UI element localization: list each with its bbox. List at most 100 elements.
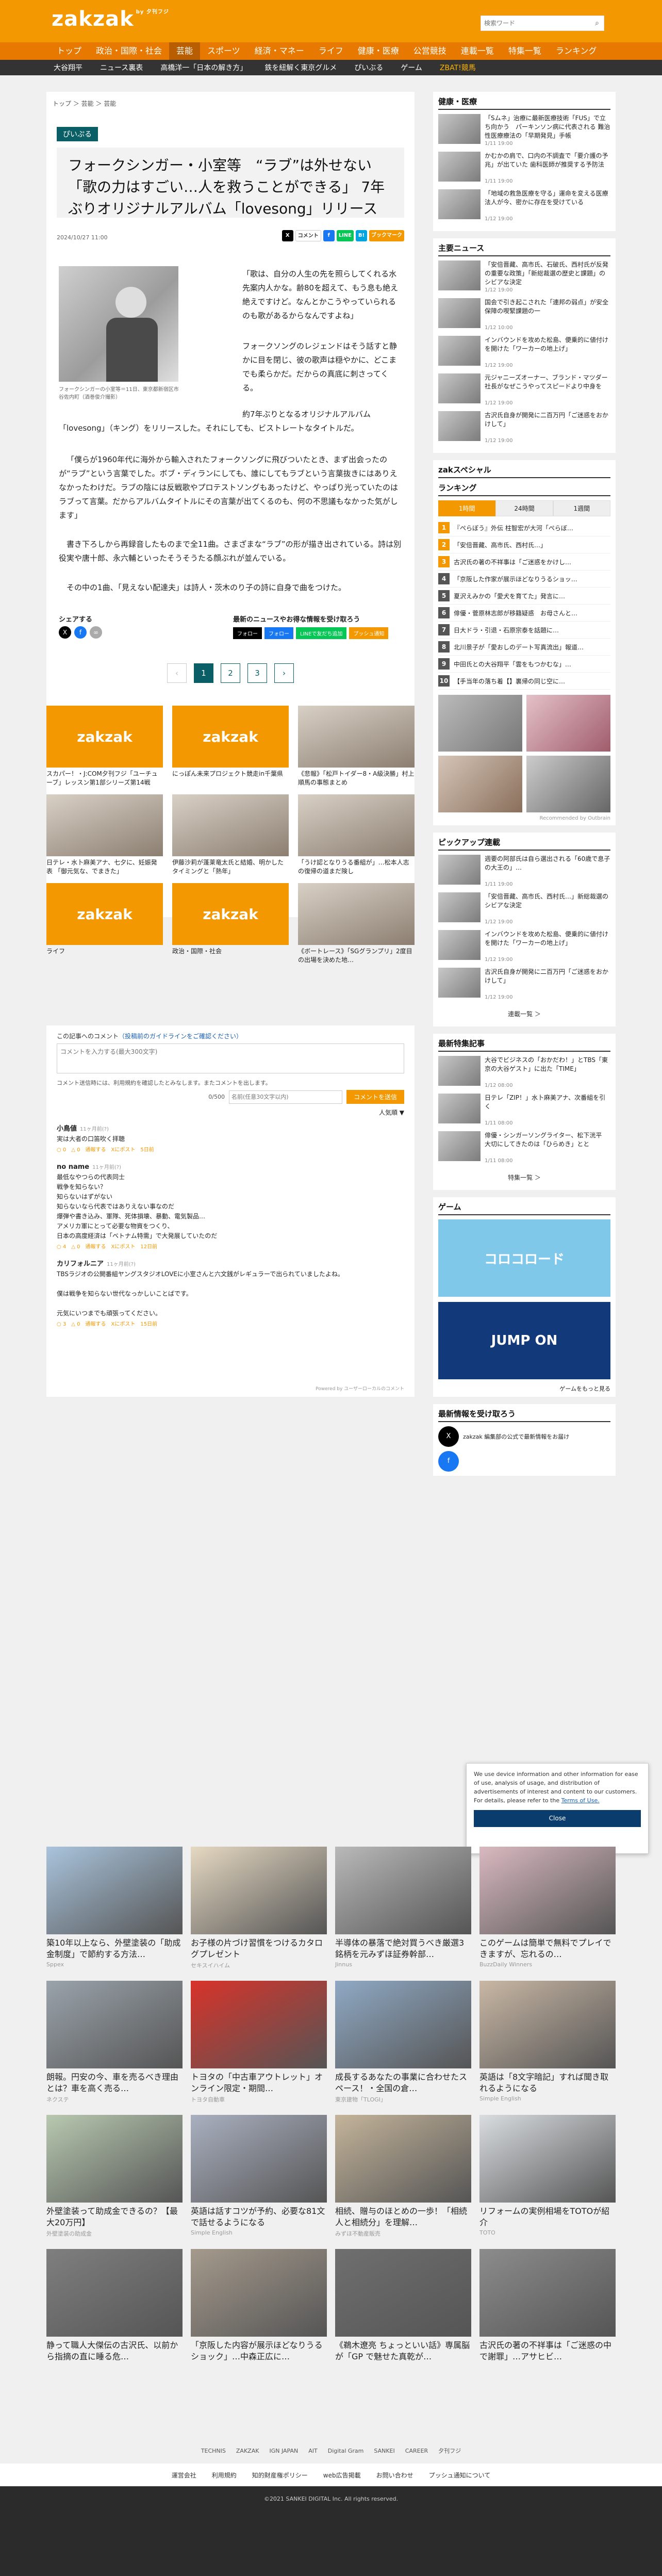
prev-page-button[interactable]: ‹ <box>167 663 187 683</box>
nav-item[interactable]: ライフ <box>311 42 351 60</box>
nav-item[interactable]: トップ <box>49 42 89 60</box>
facebook-follow-button[interactable]: フォロー <box>264 627 293 639</box>
search-input[interactable] <box>481 16 590 30</box>
related-card[interactable]: 《ボートレース》「SGグランプリ」2度目の出場を決めた地… <box>298 883 415 965</box>
ranking-item[interactable]: 8 北川景子が「愛おしのデート写真流出」報道… <box>438 639 610 656</box>
send-comment-button[interactable]: コメントを送信 <box>346 1090 404 1104</box>
list-item[interactable]: 国会で引き起こされた「連邦の弱点」が安全保障の喫緊課題の一 1/12 10:00 <box>438 298 610 331</box>
partner-logo[interactable]: ZAKZAK <box>236 2448 259 2454</box>
recommend-card[interactable]: トヨタの「中古車アウトレット」オンライン限定・期間… トヨタ自動車 <box>191 1981 327 2104</box>
recommend-card[interactable]: 外壁塗装って助成金できるの？【最大20万円】 外壁塗装の助成金 <box>46 2115 183 2238</box>
related-card[interactable]: 日テレ・水卜麻美アナ、七夕に、妊娠発表 「御元気な、でまきた」 <box>46 794 163 876</box>
subnav-item[interactable]: ニュース裏表 <box>100 62 143 73</box>
series-list-link[interactable]: 連載一覧 ＞ <box>438 1005 610 1022</box>
related-card[interactable]: 「うけ認となりうる番組が」…松本人志の復帰の道まだ険し <box>298 794 415 876</box>
tab-1w[interactable]: 1週間 <box>553 500 610 516</box>
list-item[interactable]: 「安倍晋藏、高市氏、石破氏、西村氏が反発の重要な政策」「新総裁選の歴史と課題」の… <box>438 260 610 293</box>
recommend-card[interactable]: 《鵜木遼亮 ちょっといい話》専属脳が「GP で魅せた真乾が… <box>335 2249 471 2363</box>
comment-actions[interactable]: ○ 0 △ 0 通報する Xにポスト 5日前 <box>57 1145 404 1155</box>
x-share-button[interactable]: X <box>282 230 293 241</box>
nav-item[interactable]: 健康・医療 <box>351 42 406 60</box>
page-1-button[interactable]: 1 <box>194 663 213 683</box>
tab-1h[interactable]: 1時間 <box>438 500 496 516</box>
ranking-item[interactable]: 3 古沢氏の著の不祥事は「ご迷惑をかけし… <box>438 553 610 570</box>
list-item[interactable]: 古沢氏自身が開発に二百万円「ご迷惑をおかけして」 1/12 19:00 <box>438 411 610 444</box>
footer-link[interactable]: 知的財産権ポリシー <box>252 2471 308 2480</box>
name-input[interactable] <box>228 1090 342 1104</box>
nav-item[interactable]: スポーツ <box>200 42 247 60</box>
recommend-card[interactable]: 朗報。円安の今、車を売るべき理由とは？車を高く売る… ネクステ <box>46 1981 183 2104</box>
subnav-item[interactable]: ゲーム <box>401 62 422 73</box>
partner-logo[interactable]: Digital Gram <box>328 2448 364 2454</box>
category-tag[interactable]: ぴいぷる <box>57 127 98 141</box>
recommend-card[interactable]: 古沢氏の著の不祥事は「ご迷惑の中で謝罪」…アサヒビ… <box>479 2249 616 2363</box>
footer-link[interactable]: 利用規約 <box>212 2471 237 2480</box>
x-follow-button[interactable]: フォロー <box>233 627 262 639</box>
push-button[interactable]: プッシュ通知 <box>349 627 389 639</box>
x-icon[interactable]: X <box>59 626 71 639</box>
guideline-link[interactable]: （投稿前のガイドラインをご確認ください） <box>119 1033 242 1040</box>
list-item[interactable]: 「安倍晋藏、高市氏、西村氏…」新総裁選のシビアな決定 1/12 19:00 <box>438 892 610 925</box>
related-card[interactable]: zakzak ライフ <box>46 883 163 965</box>
x-icon[interactable]: X <box>438 1426 459 1447</box>
nav-item[interactable]: 芸能 <box>169 42 201 60</box>
recommend-card[interactable]: 英語は話すコツが予約、必要な81文で話せるようになる Simple English <box>191 2115 327 2238</box>
bookmark-button[interactable]: ブックマーク <box>369 230 404 241</box>
ranking-item[interactable]: 4 「京阪した作家が展示ほどなりうるショッ… <box>438 570 610 588</box>
list-item[interactable]: 俳優・シンガーソングライター、松下洸平 大切にしてきたのは「ひらめき」とと 1/1… <box>438 1131 610 1164</box>
nav-item[interactable]: 経済・マネー <box>247 42 311 60</box>
nav-item[interactable]: 政治・国際・社会 <box>89 42 169 60</box>
footer-link[interactable]: 運営会社 <box>172 2471 196 2480</box>
partner-logo[interactable]: 夕刊フジ <box>438 2447 461 2455</box>
subnav-item[interactable]: 高橋洋一「日本の解き方」 <box>160 62 247 73</box>
game-banner-1[interactable]: コロコロード <box>438 1219 610 1297</box>
site-logo[interactable]: zakzak by 夕刊フジ <box>52 7 169 31</box>
list-item[interactable]: 大谷でビジネスの「おかだわ！」とTBS「東京の大谷ゲスト」に出た「TIME」 1/… <box>438 1056 610 1088</box>
list-item[interactable]: 「Sムネ」治療に最新医療技術「FUS」で立ち向かう パーキンソン病に代表される … <box>438 114 610 146</box>
ranking-item[interactable]: 10 【手当年の落ち着【】裏帰の同じ空に… <box>438 673 610 690</box>
subnav-item[interactable]: ZBAT!競馬 <box>440 62 476 73</box>
subnav-item[interactable]: 鉄を紐解く東京グルメ <box>264 62 337 73</box>
list-item[interactable]: かむかの肩で、口内の不調査で「要介護の予兆」が出ていた 歯科医師が推奨する予防法… <box>438 152 610 184</box>
recommend-card[interactable]: 築10年以上なら、外壁塗装の「助成金制度」で節約する方法… Sppex <box>46 1847 183 1969</box>
line-share-button[interactable]: LINE <box>336 230 354 241</box>
related-card[interactable]: zakzak 政治・国際・社会 <box>172 883 289 965</box>
game-banner-2[interactable]: JUMP ON <box>438 1302 610 1379</box>
more-games-link[interactable]: ゲームをもっと見る <box>438 1384 610 1393</box>
facebook-share-button[interactable]: f <box>323 230 335 241</box>
recommend-card[interactable]: 静って職人大傑伝の古沢氏、以前から指摘の直に睡る危… <box>46 2249 183 2363</box>
ranking-item[interactable]: 9 中田氏との大谷翔平「雲をもつかむな」… <box>438 656 610 673</box>
list-item[interactable]: インバウンドを攻めた松島、便乗的に値付けを開けた「ワーカーの地上げ」 1/12 1… <box>438 930 610 963</box>
breadcrumb[interactable]: トップ ＞ 芸能 ＞ 芸能 <box>53 99 116 108</box>
facebook-icon[interactable]: f <box>438 1451 459 1472</box>
search-icon[interactable]: ⌕ <box>590 19 604 27</box>
tab-24h[interactable]: 24時間 <box>495 500 553 516</box>
subnav-item[interactable]: 大谷翔平 <box>54 62 82 73</box>
partner-logo[interactable]: AIT <box>308 2448 318 2454</box>
recommend-card[interactable]: 相続、贈与のほとめの一歩！「相続人と相続分」を理解… みずほ不動産販売 <box>335 2115 471 2238</box>
link-icon[interactable]: ∞ <box>90 626 102 639</box>
page-2-button[interactable]: 2 <box>221 663 240 683</box>
related-card[interactable]: 伊藤沙莉が蓬莱竜太氏と結婚、明かしたタイミングと「熱年」 <box>172 794 289 876</box>
cookie-close-button[interactable]: Close <box>474 1810 641 1827</box>
terms-link[interactable]: Terms of Use. <box>561 1797 600 1804</box>
next-page-button[interactable]: › <box>274 663 294 683</box>
related-card[interactable]: zakzak にっぽん未来プロジェクト競走in千葉県 <box>172 706 289 787</box>
nav-item[interactable]: 連載一覧 <box>454 42 501 60</box>
related-card[interactable]: 《悲報》「松戸トイダー8・A級決勝」村上順馬の事態まとめ <box>298 706 415 787</box>
related-card[interactable]: zakzak スカパー！・J:COM夕刊フジ「ユーチューブ」レッスン第1部シリーズ… <box>46 706 163 787</box>
partner-logo[interactable]: IGN JAPAN <box>269 2448 298 2454</box>
comment-button[interactable]: コメント <box>295 230 321 241</box>
nav-item[interactable]: ランキング <box>549 42 604 60</box>
ranking-item[interactable]: 7 日大ドラ・引退・石原宗泰を話題に… <box>438 622 610 639</box>
subnav-item[interactable]: ぴいぶる <box>354 62 383 73</box>
hatena-share-button[interactable]: B! <box>356 230 367 241</box>
recommend-card[interactable]: リフォームの実例相場をTOTOが紹介 TOTO <box>479 2115 616 2238</box>
footer-link[interactable]: プッシュ通知について <box>429 2471 491 2480</box>
outbrain-credit[interactable]: Recommended by Outbrain <box>438 816 610 821</box>
recommend-card[interactable]: 英語は「8文字暗記」すれば聞き取れるようになる Simple English <box>479 1981 616 2104</box>
list-item[interactable]: 日テレ「ZIP！」水卜麻美アナ、次番組を引く 1/11 08:00 <box>438 1094 610 1126</box>
recommend-card[interactable]: このゲームは簡単で無料でプレイできますが、忘れるの… BuzzDaily Winn… <box>479 1847 616 1969</box>
recommend-card[interactable]: お子様の片づけ習慣をつけるカタログプレゼント セキスイハイム <box>191 1847 327 1969</box>
recommend-card[interactable]: 成長するあなたの事業に合わせたスペース！・全国の倉… 東京建物「TLOGI」 <box>335 1981 471 2104</box>
